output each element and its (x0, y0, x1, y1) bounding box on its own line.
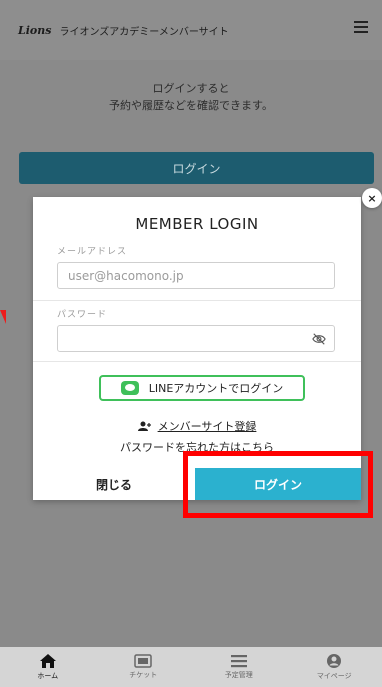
add-user-icon (137, 421, 151, 431)
email-field[interactable] (57, 262, 335, 289)
nav-label-mypage: マイページ (316, 672, 352, 680)
menu-icon[interactable] (354, 21, 368, 33)
password-label: パスワード (57, 310, 108, 320)
hero-line-1: ログインすると (152, 82, 230, 95)
register-label: メンバーサイト登録 (157, 420, 257, 433)
list-icon (230, 655, 247, 668)
register-link[interactable]: メンバーサイト登録 (33, 418, 361, 434)
modal-title: MEMBER LOGIN (135, 215, 259, 233)
highlight-box (183, 451, 373, 518)
close-icon[interactable]: × (362, 188, 382, 208)
nav-item-home[interactable]: ホーム (0, 647, 96, 687)
nav-label-ticket: チケット (129, 671, 158, 679)
email-label: メールアドレス (57, 247, 128, 257)
bottom-nav: ホーム チケット 予定管理 マイページ (0, 647, 382, 687)
nav-item-schedule[interactable]: 予定管理 (191, 647, 287, 687)
site-header: Lions ライオンズアカデミーメンバーサイト (0, 0, 382, 60)
annotation-arrow (0, 310, 6, 324)
home-icon (39, 654, 56, 668)
divider (33, 361, 361, 362)
nav-label-home: ホーム (37, 672, 59, 680)
ticket-icon (134, 654, 152, 668)
line-login-label: LINEアカウントでログイン (148, 382, 284, 395)
background-login-button[interactable]: ログイン (19, 152, 374, 184)
close-button[interactable]: 閉じる (33, 468, 195, 500)
divider (33, 300, 361, 301)
nav-label-schedule: 予定管理 (224, 671, 253, 679)
user-icon (327, 654, 342, 668)
nav-item-mypage[interactable]: マイページ (287, 647, 382, 687)
nav-item-ticket[interactable]: チケット (96, 647, 192, 687)
lions-logo[interactable]: Lions (18, 24, 51, 37)
line-login-button[interactable]: LINEアカウントでログイン (99, 375, 305, 401)
password-field[interactable] (57, 325, 335, 352)
hero-line-2: 予約や履歴などを確認できます。 (109, 99, 273, 112)
eye-off-icon[interactable] (312, 332, 326, 346)
site-title: ライオンズアカデミーメンバーサイト (59, 26, 229, 38)
line-icon (120, 381, 139, 395)
